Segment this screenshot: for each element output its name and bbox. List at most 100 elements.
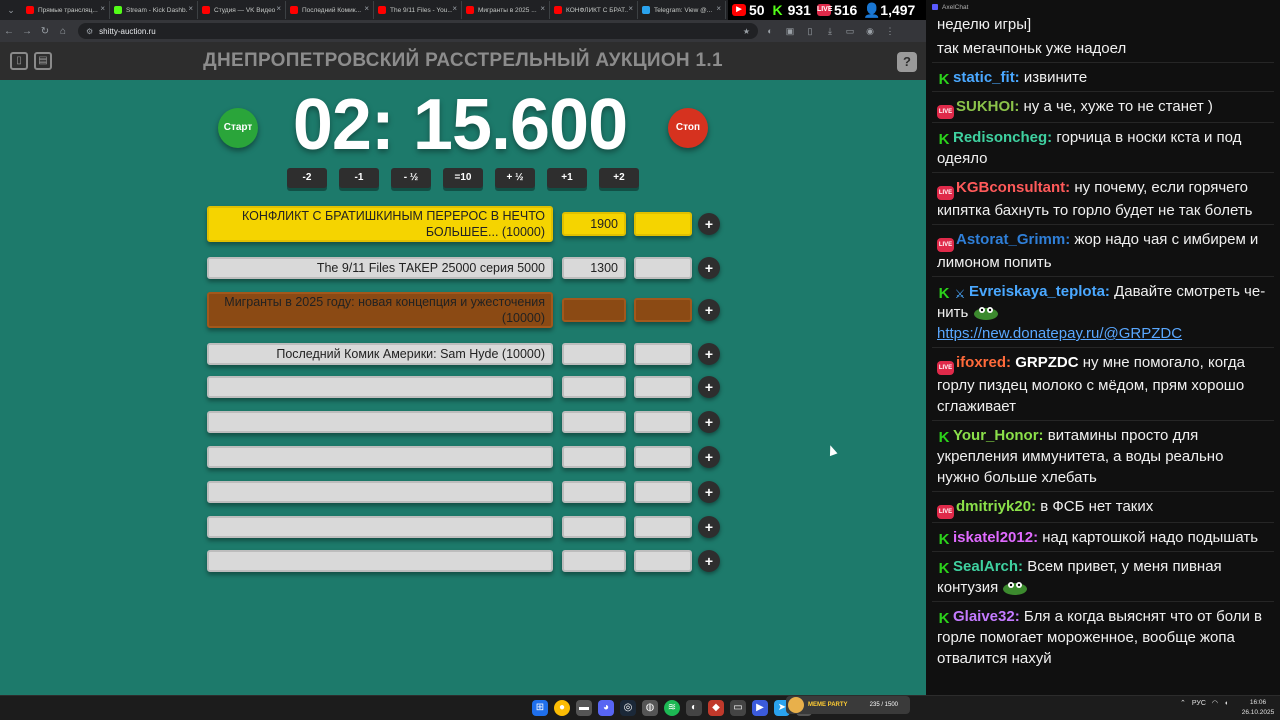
obs-icon[interactable]: ◍ <box>642 700 658 716</box>
lot-name-input[interactable] <box>207 550 553 572</box>
lot-plus-button[interactable]: + <box>698 213 720 235</box>
browser-tab[interactable]: Студия — VK Видео × <box>198 1 286 19</box>
browser-tab[interactable]: Мигранты в 2025 ... × <box>462 1 550 19</box>
lot-add-amount-input[interactable] <box>634 257 692 279</box>
chat-nickname[interactable]: ifoxred: <box>956 354 1011 371</box>
lot-add-amount-input[interactable] <box>634 411 692 433</box>
media-icon[interactable]: ▶ <box>752 700 768 716</box>
lot-plus-button[interactable]: + <box>698 481 720 503</box>
chat-link[interactable]: https://new.donatepay.ru/@GRPZDC <box>937 325 1182 342</box>
volume-icon[interactable]: ◖ <box>1224 700 1228 707</box>
github-icon[interactable]: ◐ <box>686 700 702 716</box>
tab-close-icon[interactable]: × <box>364 4 369 13</box>
timer-adjust-button[interactable]: -1 <box>339 168 379 188</box>
windows-start-icon[interactable]: ⊞ <box>532 700 548 716</box>
browser-tab[interactable]: Прямые трансляц... × <box>22 1 110 19</box>
lot-plus-button[interactable]: + <box>698 550 720 572</box>
lot-add-amount-input[interactable] <box>634 550 692 572</box>
browser-tab[interactable]: КОНФЛИКТ С БРАТ... × <box>550 1 638 19</box>
lot-name-input[interactable] <box>207 446 553 468</box>
back-icon[interactable]: ← <box>0 26 18 37</box>
lot-add-amount-input[interactable] <box>634 481 692 503</box>
tab-close-icon[interactable]: × <box>100 4 105 13</box>
tab-close-icon[interactable]: × <box>188 4 193 13</box>
help-button[interactable]: ? <box>897 52 917 72</box>
chat-nickname[interactable]: Redisoncheg: <box>953 129 1052 146</box>
chat-nickname[interactable]: SealArch: <box>953 558 1023 575</box>
browser-tab[interactable]: Telegram: View @... × <box>638 1 726 19</box>
lot-name-input[interactable] <box>207 516 553 538</box>
start-button[interactable]: Старт <box>218 108 258 148</box>
steam-icon[interactable]: ◎ <box>620 700 636 716</box>
lot-add-amount-input[interactable] <box>634 212 692 236</box>
chat-nickname[interactable]: Astorat_Grimm: <box>956 231 1070 248</box>
stop-button[interactable]: Стоп <box>668 108 708 148</box>
sidebar-icon[interactable]: ▯ <box>802 26 818 37</box>
spotify-icon[interactable]: ≋ <box>664 700 680 716</box>
extensions-puzzle-icon[interactable]: ▣ <box>782 26 798 37</box>
chat-nickname[interactable]: Your_Honor: <box>953 427 1044 444</box>
meme-party-widget[interactable]: MEME PARTY 235 / 1500 <box>786 696 910 714</box>
lot-name-input[interactable] <box>207 376 553 398</box>
lot-amount-input[interactable] <box>562 550 626 572</box>
tab-close-icon[interactable]: × <box>276 4 281 13</box>
lot-amount-input[interactable] <box>562 516 626 538</box>
browser-tab[interactable]: Stream - Kick Dashb... × <box>110 1 198 19</box>
lot-amount-input[interactable] <box>562 446 626 468</box>
lot-plus-button[interactable]: + <box>698 343 720 365</box>
chat-nickname[interactable]: Glaive32: <box>953 608 1020 625</box>
lot-name-input[interactable]: Последний Комик Америки: Sam Hyde (10000… <box>207 343 553 365</box>
lot-amount-input[interactable]: 1900 <box>562 212 626 236</box>
site-info-icon[interactable]: ⚙ <box>86 27 93 36</box>
app-red-icon[interactable]: ◆ <box>708 700 724 716</box>
lot-plus-button[interactable]: + <box>698 446 720 468</box>
gamepad-icon[interactable]: ▭ <box>730 700 746 716</box>
timer-adjust-button[interactable]: -2 <box>287 168 327 188</box>
tab-close-icon[interactable]: × <box>452 4 457 13</box>
lot-add-amount-input[interactable] <box>634 516 692 538</box>
lot-plus-button[interactable]: + <box>698 516 720 538</box>
browser-tab[interactable]: The 9/11 Files - You... × <box>374 1 462 19</box>
tray-chevron-icon[interactable]: ⌃ <box>1180 699 1186 707</box>
lot-name-input[interactable]: Мигранты в 2025 году: новая концепция и … <box>207 292 553 328</box>
reload-icon[interactable]: ↻ <box>36 26 54 37</box>
download-icon[interactable]: ⤓ <box>822 26 838 37</box>
extension-icon[interactable]: ◐ <box>762 26 778 36</box>
lot-amount-input[interactable] <box>562 411 626 433</box>
lot-add-amount-input[interactable] <box>634 376 692 398</box>
bookmark-star-icon[interactable]: ★ <box>743 27 750 36</box>
network-icon[interactable]: ◠ <box>1212 699 1218 707</box>
address-bar[interactable]: ⚙ shitty-auction.ru ★ <box>78 23 758 39</box>
lot-amount-input[interactable] <box>562 481 626 503</box>
chrome-icon[interactable]: ● <box>554 700 570 716</box>
tab-close-icon[interactable]: × <box>628 4 633 13</box>
lot-add-amount-input[interactable] <box>634 446 692 468</box>
lot-plus-button[interactable]: + <box>698 376 720 398</box>
lot-amount-input[interactable] <box>562 343 626 365</box>
lot-plus-button[interactable]: + <box>698 411 720 433</box>
split-view-icon[interactable]: ▭ <box>842 26 858 37</box>
discord-icon[interactable]: ◕ <box>598 700 614 716</box>
lot-name-input[interactable]: The 9/11 Files ТАКЕР 25000 серия 5000 <box>207 257 553 279</box>
timer-adjust-button[interactable]: +1 <box>547 168 587 188</box>
system-clock[interactable]: 16:06 26.10.2025 <box>1240 698 1276 718</box>
language-indicator[interactable]: РУС <box>1192 700 1206 707</box>
lot-plus-button[interactable]: + <box>698 299 720 321</box>
tab-close-icon[interactable]: × <box>716 4 721 13</box>
profile-icon[interactable]: ◉ <box>862 26 878 37</box>
forward-icon[interactable]: → <box>18 26 36 37</box>
chat-nickname[interactable]: KGBconsultant: <box>956 179 1070 196</box>
lot-name-input[interactable] <box>207 411 553 433</box>
tab-search-icon[interactable]: ⌄ <box>4 3 18 17</box>
lot-add-amount-input[interactable] <box>634 343 692 365</box>
lot-name-input[interactable]: КОНФЛИКТ С БРАТИШКИНЫМ ПЕРЕРОС В НЕЧТО Б… <box>207 206 553 242</box>
home-icon[interactable]: ⌂ <box>54 26 72 37</box>
lot-amount-input[interactable]: 1300 <box>562 257 626 279</box>
lot-amount-input[interactable] <box>562 376 626 398</box>
lot-add-amount-input[interactable] <box>634 298 692 322</box>
chat-nickname[interactable]: SUKHOI: <box>956 98 1019 115</box>
browser-tab[interactable]: Последний Комик... × <box>286 1 374 19</box>
chat-nickname[interactable]: iskatel2012: <box>953 529 1038 546</box>
timer-adjust-button[interactable]: - ½ <box>391 168 431 188</box>
lot-amount-input[interactable] <box>562 298 626 322</box>
